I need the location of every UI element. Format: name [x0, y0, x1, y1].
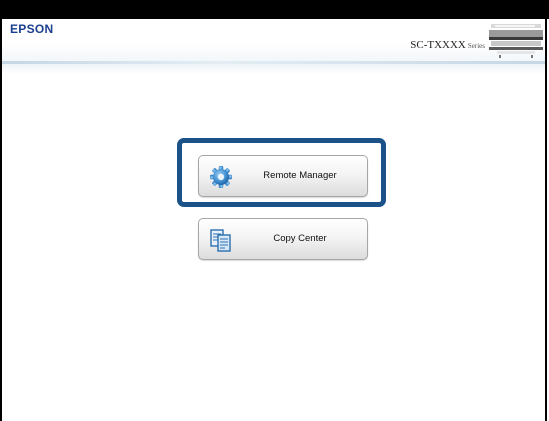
- remote-manager-button[interactable]: Remote Manager: [198, 155, 368, 197]
- header-shadow: [2, 64, 545, 74]
- model-number: SC-TXXXX: [410, 39, 466, 51]
- printer-icon: [489, 24, 543, 58]
- gear-icon: [210, 166, 232, 188]
- remote-manager-label: Remote Manager: [263, 170, 337, 181]
- epson-logo: EPSON: [10, 22, 54, 36]
- copy-center-button[interactable]: Copy Center: [198, 218, 368, 260]
- model-series: Series: [467, 42, 485, 50]
- copy-center-label: Copy Center: [273, 233, 327, 244]
- top-black-bar: [0, 0, 549, 19]
- copy-documents-icon: [210, 229, 231, 252]
- model-name: SC-TXXXX Series: [410, 39, 485, 51]
